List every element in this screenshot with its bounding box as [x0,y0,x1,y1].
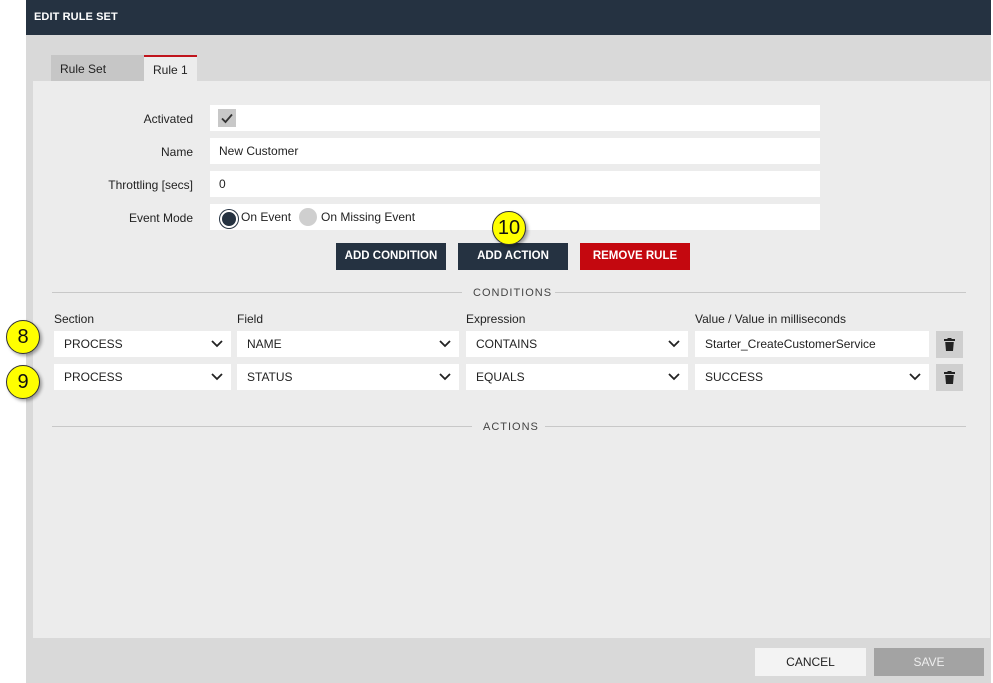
radio-on-missing-event[interactable] [299,208,317,226]
row1-delete-button[interactable] [936,331,963,358]
column-field: Field [237,312,264,326]
column-section: Section [54,312,95,326]
trash-icon [944,371,955,384]
remove-rule-button[interactable]: REMOVE RULE [580,243,690,270]
chevron-down-icon [909,373,921,381]
row1-expression-select[interactable]: CONTAINS [466,331,688,357]
name-label: Name [160,145,193,159]
row1-section-select[interactable]: PROCESS [54,331,231,357]
conditions-divider-left [52,292,462,293]
activated-field [210,105,820,131]
name-input[interactable]: New Customer [210,138,820,164]
row1-field-select[interactable]: NAME [237,331,459,357]
chevron-down-icon [211,340,223,348]
trash-icon [944,338,955,351]
chevron-down-icon [668,373,680,381]
chevron-down-icon [439,340,451,348]
chevron-down-icon [439,373,451,381]
checkmark-icon [221,113,233,124]
event-mode-label: Event Mode [128,211,193,225]
row2-value-value: SUCCESS [705,370,764,384]
callout-marker-9: 9 [6,365,40,399]
row2-field-value: STATUS [247,370,293,384]
row2-expression-value: EQUALS [476,370,525,384]
row2-field-select[interactable]: STATUS [237,364,459,390]
rule-panel: Activated Name New Customer Throttling [… [33,81,990,638]
add-condition-button[interactable]: ADD CONDITION [336,243,446,270]
row1-section-value: PROCESS [64,337,123,351]
conditions-heading: CONDITIONS [473,287,553,299]
throttling-input[interactable]: 0 [210,171,820,197]
actions-divider-right [545,426,966,427]
save-button[interactable]: SAVE [874,648,984,676]
row2-delete-button[interactable] [936,364,963,391]
callout-marker-10: 10 [492,211,526,245]
radio-on-event-label: On Event [241,210,292,224]
cancel-button[interactable]: CANCEL [755,648,866,676]
dialog-titlebar: EDIT RULE SET [26,0,991,35]
callout-marker-8: 8 [6,320,40,354]
activated-checkbox[interactable] [218,109,236,127]
tab-rule-1[interactable]: Rule 1 [144,55,197,81]
row2-value-select[interactable]: SUCCESS [695,364,929,390]
throttling-label: Throttling [secs] [108,178,193,192]
conditions-divider-right [555,292,966,293]
tab-rule-set-name[interactable]: Rule Set Name [51,55,144,104]
dialog-title: EDIT RULE SET [34,11,118,23]
add-action-button[interactable]: ADD ACTION [458,243,568,270]
radio-on-event[interactable] [220,210,238,228]
chevron-down-icon [211,373,223,381]
radio-on-missing-event-label: On Missing Event [321,210,416,224]
row1-expression-value: CONTAINS [476,337,538,351]
row1-field-value: NAME [247,337,282,351]
column-expression: Expression [466,312,526,326]
actions-heading: ACTIONS [483,421,539,433]
row2-section-value: PROCESS [64,370,123,384]
edit-rule-set-dialog: EDIT RULE SET Rule Set Name Rule 1 Activ… [26,0,991,683]
row2-section-select[interactable]: PROCESS [54,364,231,390]
actions-divider-left [52,426,472,427]
row2-expression-select[interactable]: EQUALS [466,364,688,390]
column-value: Value / Value in milliseconds [695,312,846,326]
row1-value-input[interactable]: Starter_CreateCustomerService [695,331,929,357]
chevron-down-icon [668,340,680,348]
activated-label: Activated [143,112,193,126]
